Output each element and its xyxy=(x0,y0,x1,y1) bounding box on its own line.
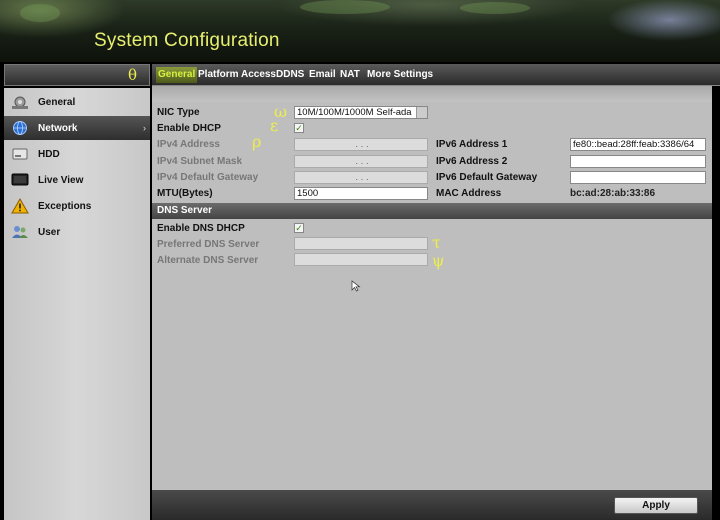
users-icon xyxy=(10,224,30,240)
ipv6-address1-label: IPv6 Address 1 xyxy=(436,139,508,150)
enable-dhcp-checkbox[interactable]: ✓ xyxy=(294,123,304,133)
tab-general[interactable]: General xyxy=(156,67,198,83)
page-title: System Configuration xyxy=(94,30,280,51)
sidebar-item-exceptions[interactable]: Exceptions xyxy=(4,194,150,218)
sidebar-item-label: HDD xyxy=(38,148,60,160)
sidebar-item-hdd[interactable]: HDD xyxy=(4,142,150,166)
chevron-right-icon: › xyxy=(143,123,146,133)
mouse-cursor-icon xyxy=(351,280,361,292)
sidebar-item-label: Live View xyxy=(38,174,84,186)
annotation-rho: ρ xyxy=(252,132,262,151)
nic-type-value: 10M/100M/1000M Self-ada xyxy=(297,107,412,118)
annotation-tau: τ xyxy=(432,233,441,252)
sidebar-item-label: Network xyxy=(38,122,78,134)
annotation-psi: ψ xyxy=(432,251,445,270)
ipv6-address1-input[interactable]: fe80::bead:28ff:feab:3386/64 xyxy=(570,138,706,151)
alternate-dns-input[interactable] xyxy=(294,253,428,266)
disk-icon xyxy=(10,146,30,162)
sidebar-item-general[interactable]: General xyxy=(4,90,150,114)
ipv4-gateway-input[interactable]: . . . xyxy=(294,171,428,184)
mtu-input[interactable]: 1500 xyxy=(294,187,428,200)
sidebar-item-label: General xyxy=(38,96,76,108)
annotation-theta: θ xyxy=(127,66,137,84)
dns-server-section-header: DNS Server xyxy=(152,203,712,219)
tab-platform-access[interactable]: Platform Access xyxy=(196,67,278,83)
sidebar-item-label: User xyxy=(38,226,61,238)
ipv6-gateway-input[interactable] xyxy=(570,171,706,184)
mac-address-label: MAC Address xyxy=(436,188,502,199)
alternate-dns-label: Alternate DNS Server xyxy=(157,255,259,266)
apply-button[interactable]: Apply xyxy=(614,497,698,514)
nic-type-label: NIC Type xyxy=(157,107,200,118)
sidebar-item-network[interactable]: Network › xyxy=(4,116,150,140)
gear-icon xyxy=(10,94,30,110)
nic-type-select[interactable]: 10M/100M/1000M Self-ada xyxy=(294,106,428,119)
sidebar: General Network › HDD Live View Exceptio… xyxy=(4,88,150,520)
tab-bar: General Platform Access DDNS Email NAT M… xyxy=(152,64,720,86)
enable-dhcp-label: Enable DHCP xyxy=(157,123,221,134)
tab-email[interactable]: Email xyxy=(307,67,338,83)
tab-nat[interactable]: NAT xyxy=(338,67,362,83)
tab-more-settings[interactable]: More Settings xyxy=(365,67,435,83)
tab-ddns[interactable]: DDNS xyxy=(274,67,306,83)
ipv6-address2-label: IPv6 Address 2 xyxy=(436,156,508,167)
ipv4-address-label: IPv4 Address xyxy=(157,139,220,150)
enable-dns-dhcp-label: Enable DNS DHCP xyxy=(157,223,245,234)
ipv4-subnet-input[interactable]: . . . xyxy=(294,155,428,168)
preferred-dns-label: Preferred DNS Server xyxy=(157,239,260,250)
ipv4-subnet-label: IPv4 Subnet Mask xyxy=(157,156,243,167)
footer-bar: Apply xyxy=(152,490,712,520)
mtu-label: MTU(Bytes) xyxy=(157,188,213,199)
sidebar-item-user[interactable]: User xyxy=(4,220,150,244)
monitor-icon xyxy=(10,172,30,188)
ipv4-address-input[interactable]: . . . xyxy=(294,138,428,151)
warning-icon xyxy=(10,198,30,214)
mac-address-value: bc:ad:28:ab:33:86 xyxy=(570,188,656,199)
header-banner: System Configuration xyxy=(0,0,720,62)
ipv6-gateway-label: IPv6 Default Gateway xyxy=(436,172,538,183)
sidebar-item-live-view[interactable]: Live View xyxy=(4,168,150,192)
chevron-down-icon[interactable] xyxy=(416,107,427,118)
ipv4-gateway-label: IPv4 Default Gateway xyxy=(157,172,259,183)
enable-dns-dhcp-checkbox[interactable]: ✓ xyxy=(294,223,304,233)
sidebar-header: θ xyxy=(4,64,150,86)
globe-icon xyxy=(10,120,30,136)
network-general-panel: NIC Type 10M/100M/1000M Self-ada ω Enabl… xyxy=(152,86,712,520)
annotation-epsilon: ε xyxy=(270,116,279,135)
ipv6-address2-input[interactable] xyxy=(570,155,706,168)
sidebar-item-label: Exceptions xyxy=(38,200,92,212)
preferred-dns-input[interactable] xyxy=(294,237,428,250)
